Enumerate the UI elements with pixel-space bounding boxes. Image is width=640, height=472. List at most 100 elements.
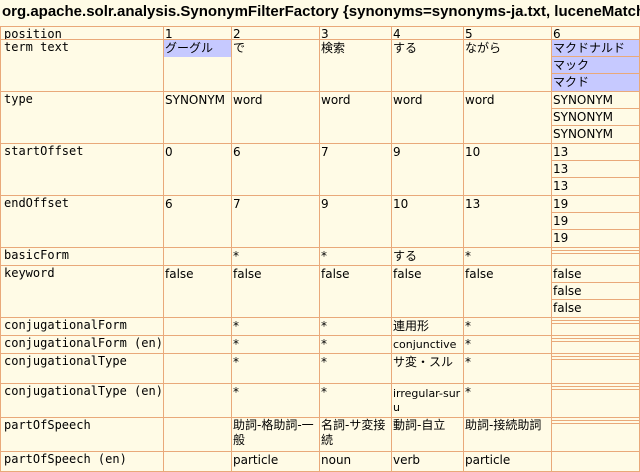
type-value: word xyxy=(233,93,263,107)
term-text-token: 検索 xyxy=(321,41,346,55)
conjugational-form-en-cell: conjunctive xyxy=(392,336,464,354)
conjugational-form-en-cell: * xyxy=(320,336,392,354)
row-label-keyword: keyword xyxy=(0,266,164,318)
end-offset-cell: 6 xyxy=(164,196,232,248)
basic-form-cell: * xyxy=(320,248,392,266)
end-offset-cell: 10 xyxy=(392,196,464,248)
row-label-part-of-speech-en: partOfSpeech (en) xyxy=(0,452,164,472)
end-offset-value: 9 xyxy=(321,197,329,211)
keyword-cell: false xyxy=(164,266,232,318)
position-cell: 4 xyxy=(392,26,464,40)
keyword-value: false xyxy=(552,283,639,300)
type-cell: SYNONYM xyxy=(164,92,232,144)
start-offset-value: 13 xyxy=(552,144,639,161)
part-of-speech-cell: 動詞-自立 xyxy=(392,418,464,452)
row-label-part-of-speech: partOfSpeech xyxy=(0,418,164,452)
keyword-cell: false xyxy=(232,266,320,318)
conjugational-type-en-cell xyxy=(552,384,640,418)
end-offset-value: 7 xyxy=(233,197,241,211)
start-offset-cell: 0 xyxy=(164,144,232,196)
row-label-term-text: term text xyxy=(0,40,164,92)
conjugational-form-cell: 連用形 xyxy=(392,318,464,336)
conjugational-form-en-cell: * xyxy=(232,336,320,354)
part-of-speech-en-cell: noun xyxy=(320,452,392,472)
conjugational-form-cell xyxy=(552,318,640,336)
part-of-speech-cell: 助詞-格助詞-一般 xyxy=(232,418,320,452)
row-label-basic-form: basicForm xyxy=(0,248,164,266)
term-text-token: する xyxy=(393,41,418,55)
row-label-end-offset: endOffset xyxy=(0,196,164,248)
conjugational-type-en-cell: * xyxy=(320,384,392,418)
term-text-token: で xyxy=(233,41,246,55)
position-cell: 2 xyxy=(232,26,320,40)
conjugational-type-cell xyxy=(164,354,232,384)
end-offset-cell: 13 xyxy=(464,196,552,248)
end-offset-value: 6 xyxy=(165,197,173,211)
keyword-value: false xyxy=(165,267,194,281)
basic-form-cell: * xyxy=(232,248,320,266)
conjugational-form-en-cell: * xyxy=(464,336,552,354)
part-of-speech-en-cell: particle xyxy=(232,452,320,472)
part-of-speech-en-cell xyxy=(164,452,232,472)
type-cell: SYNONYM SYNONYM SYNONYM xyxy=(552,92,640,144)
row-label-conjugational-form: conjugationalForm xyxy=(0,318,164,336)
keyword-cell: false xyxy=(464,266,552,318)
part-of-speech-cell xyxy=(552,418,640,452)
end-offset-value: 19 xyxy=(553,231,569,245)
conjugational-type-en-cell xyxy=(164,384,232,418)
end-offset-value: 10 xyxy=(393,197,409,211)
row-label-start-offset: startOffset xyxy=(0,144,164,196)
basic-form-cell xyxy=(164,248,232,266)
start-offset-cell: 6 xyxy=(232,144,320,196)
keyword-cell: false xyxy=(392,266,464,318)
term-text-token: ながら xyxy=(465,41,502,55)
end-offset-cell: 7 xyxy=(232,196,320,248)
type-value: word xyxy=(465,93,495,107)
end-offset-cell: 9 xyxy=(320,196,392,248)
term-cell: する xyxy=(392,40,464,92)
start-offset-value: 9 xyxy=(393,145,401,159)
basic-form-cell xyxy=(552,248,640,266)
basic-form-cell: * xyxy=(464,248,552,266)
term-text-token: グーグル xyxy=(164,40,231,57)
position-cell: 1 xyxy=(164,26,232,40)
keyword-value: false xyxy=(233,267,262,281)
start-offset-cell: 10 xyxy=(464,144,552,196)
type-cell: word xyxy=(392,92,464,144)
term-text-token: マック xyxy=(552,57,639,74)
start-offset-value: 6 xyxy=(233,145,241,159)
keyword-value: false xyxy=(553,301,582,315)
conjugational-type-cell xyxy=(552,354,640,384)
conjugational-type-cell: * xyxy=(464,354,552,384)
type-cell: word xyxy=(464,92,552,144)
type-value: word xyxy=(321,93,351,107)
start-offset-value: 10 xyxy=(465,145,481,159)
type-value: SYNONYM xyxy=(165,93,226,107)
start-offset-value: 7 xyxy=(321,145,329,159)
conjugational-form-cell: * xyxy=(320,318,392,336)
type-value: SYNONYM xyxy=(553,127,614,141)
start-offset-cell: 7 xyxy=(320,144,392,196)
term-text-token: マクドナルド xyxy=(552,40,639,57)
row-label-conjugational-type: conjugationalType xyxy=(0,354,164,384)
type-value: SYNONYM xyxy=(552,92,639,109)
position-cell: 6 xyxy=(552,26,640,40)
end-offset-cell: 19 19 19 xyxy=(552,196,640,248)
conjugational-type-cell: サ変・スル xyxy=(392,354,464,384)
part-of-speech-cell xyxy=(164,418,232,452)
start-offset-value: 0 xyxy=(165,145,173,159)
row-label-conjugational-type-en: conjugationalType (en) xyxy=(0,384,164,418)
row-label-conjugational-form-en: conjugationalForm (en) xyxy=(0,336,164,354)
conjugational-type-cell: * xyxy=(232,354,320,384)
keyword-value: false xyxy=(393,267,422,281)
end-offset-value: 13 xyxy=(465,197,481,211)
end-offset-value: 19 xyxy=(552,213,639,230)
term-cell: で xyxy=(232,40,320,92)
conjugational-type-en-cell: * xyxy=(232,384,320,418)
term-cell: マクドナルド マック マクド xyxy=(552,40,640,92)
type-value: word xyxy=(393,93,423,107)
type-value: SYNONYM xyxy=(552,109,639,126)
position-cell: 3 xyxy=(320,26,392,40)
part-of-speech-en-cell: verb xyxy=(392,452,464,472)
conjugational-form-cell: * xyxy=(232,318,320,336)
